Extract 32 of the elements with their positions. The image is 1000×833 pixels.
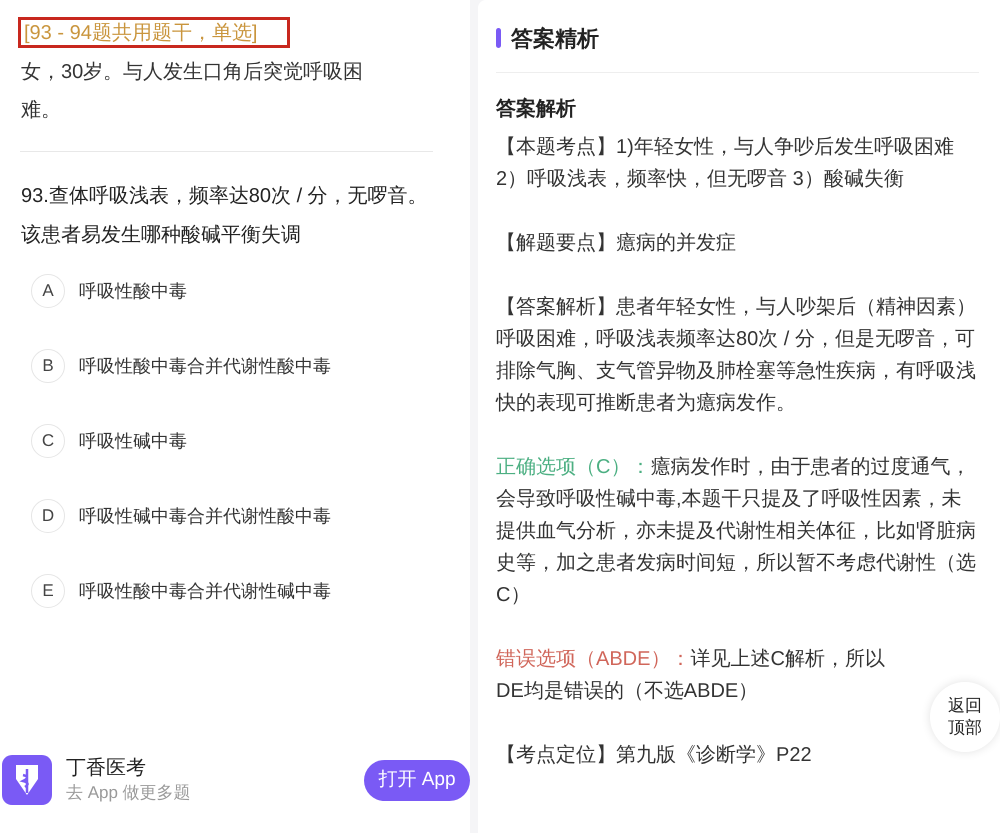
option-item[interactable]: B 呼吸性酸中毒合并代谢性酸中毒 [31,349,470,383]
analysis-paragraph: 【答案解析】患者年轻女性，与人吵架后（精神因素）呼吸困难，呼吸浅表频率达80次 / 分，但是无啰音，可排除气胸、支气管异物及肺栓塞等急性疾病，有呼吸浅快的表现可推断患者为癔病发作。 [496,295,976,416]
option-text: 呼吸性碱中毒 [79,430,187,452]
option-letter: C [31,424,65,458]
option-letter: B [31,349,65,383]
accent-bar [496,28,501,48]
question-stem: 女，30岁。与人发生口角后突觉呼吸困难。 [21,60,364,123]
open-app-button[interactable]: 打开 App [364,760,470,800]
option-text: 呼吸性酸中毒合并代谢性酸中毒 [79,354,331,378]
analysis-paragraph: 错误选项（ABDE）：详见上述C解析，所以 [496,647,886,672]
analysis-paragraph: 【考点定位】第九版《诊断学》P22 [496,743,813,768]
app-name: 丁香医考 [66,756,147,781]
app-subtitle: 去 App 做更多题 [66,782,191,804]
analysis-paragraph: DE均是错误的（不选ABDE） [496,679,758,704]
option-text: 呼吸性酸中毒 [79,280,187,302]
analysis-paragraph: 【解题要点】癔病的并发症 [496,231,737,256]
option-letter: D [31,499,65,533]
option-letter: E [31,574,65,608]
option-text: 呼吸性碱中毒合并代谢性酸中毒 [79,504,331,528]
option-item[interactable]: C 呼吸性碱中毒 [31,424,470,458]
question-text: 93.查体呼吸浅表，频率达80次 / 分，无啰音。该患者易发生哪种酸碱平衡失调 [21,184,429,248]
analysis-paragraph: 【本题考点】1)年轻女性，与人争吵后发生呼吸困难 2）呼吸浅表，频率快，但无啰音 3）酸碱失衡 [496,135,955,192]
analysis-paragraph: 正确选项（C）：癔病发作时，由于患者的过度通气，会导致呼吸性碱中毒,本题干只提及了呼吸性因素，未提供血气分析，亦未提及代谢性相关体征，比如肾脏病史等，加之患者发病时间短，所以暂不考虑代谢性（选C） [496,455,976,608]
section-title: 答案精析 [511,24,599,52]
option-item[interactable]: D 呼吸性碱中毒合并代谢性酸中毒 [31,499,470,533]
option-item[interactable]: A 呼吸性酸中毒 [31,274,470,308]
analysis-subtitle: 答案解析 [496,96,577,122]
question-tag: [93 - 94题共用题干，单选] [24,22,258,42]
option-item[interactable]: E 呼吸性酸中毒合并代谢性碱中毒 [31,574,470,608]
back-to-top-button[interactable]: 返回顶部 [930,682,1000,752]
option-letter: A [31,274,65,308]
option-text: 呼吸性酸中毒合并代谢性碱中毒 [79,580,331,602]
